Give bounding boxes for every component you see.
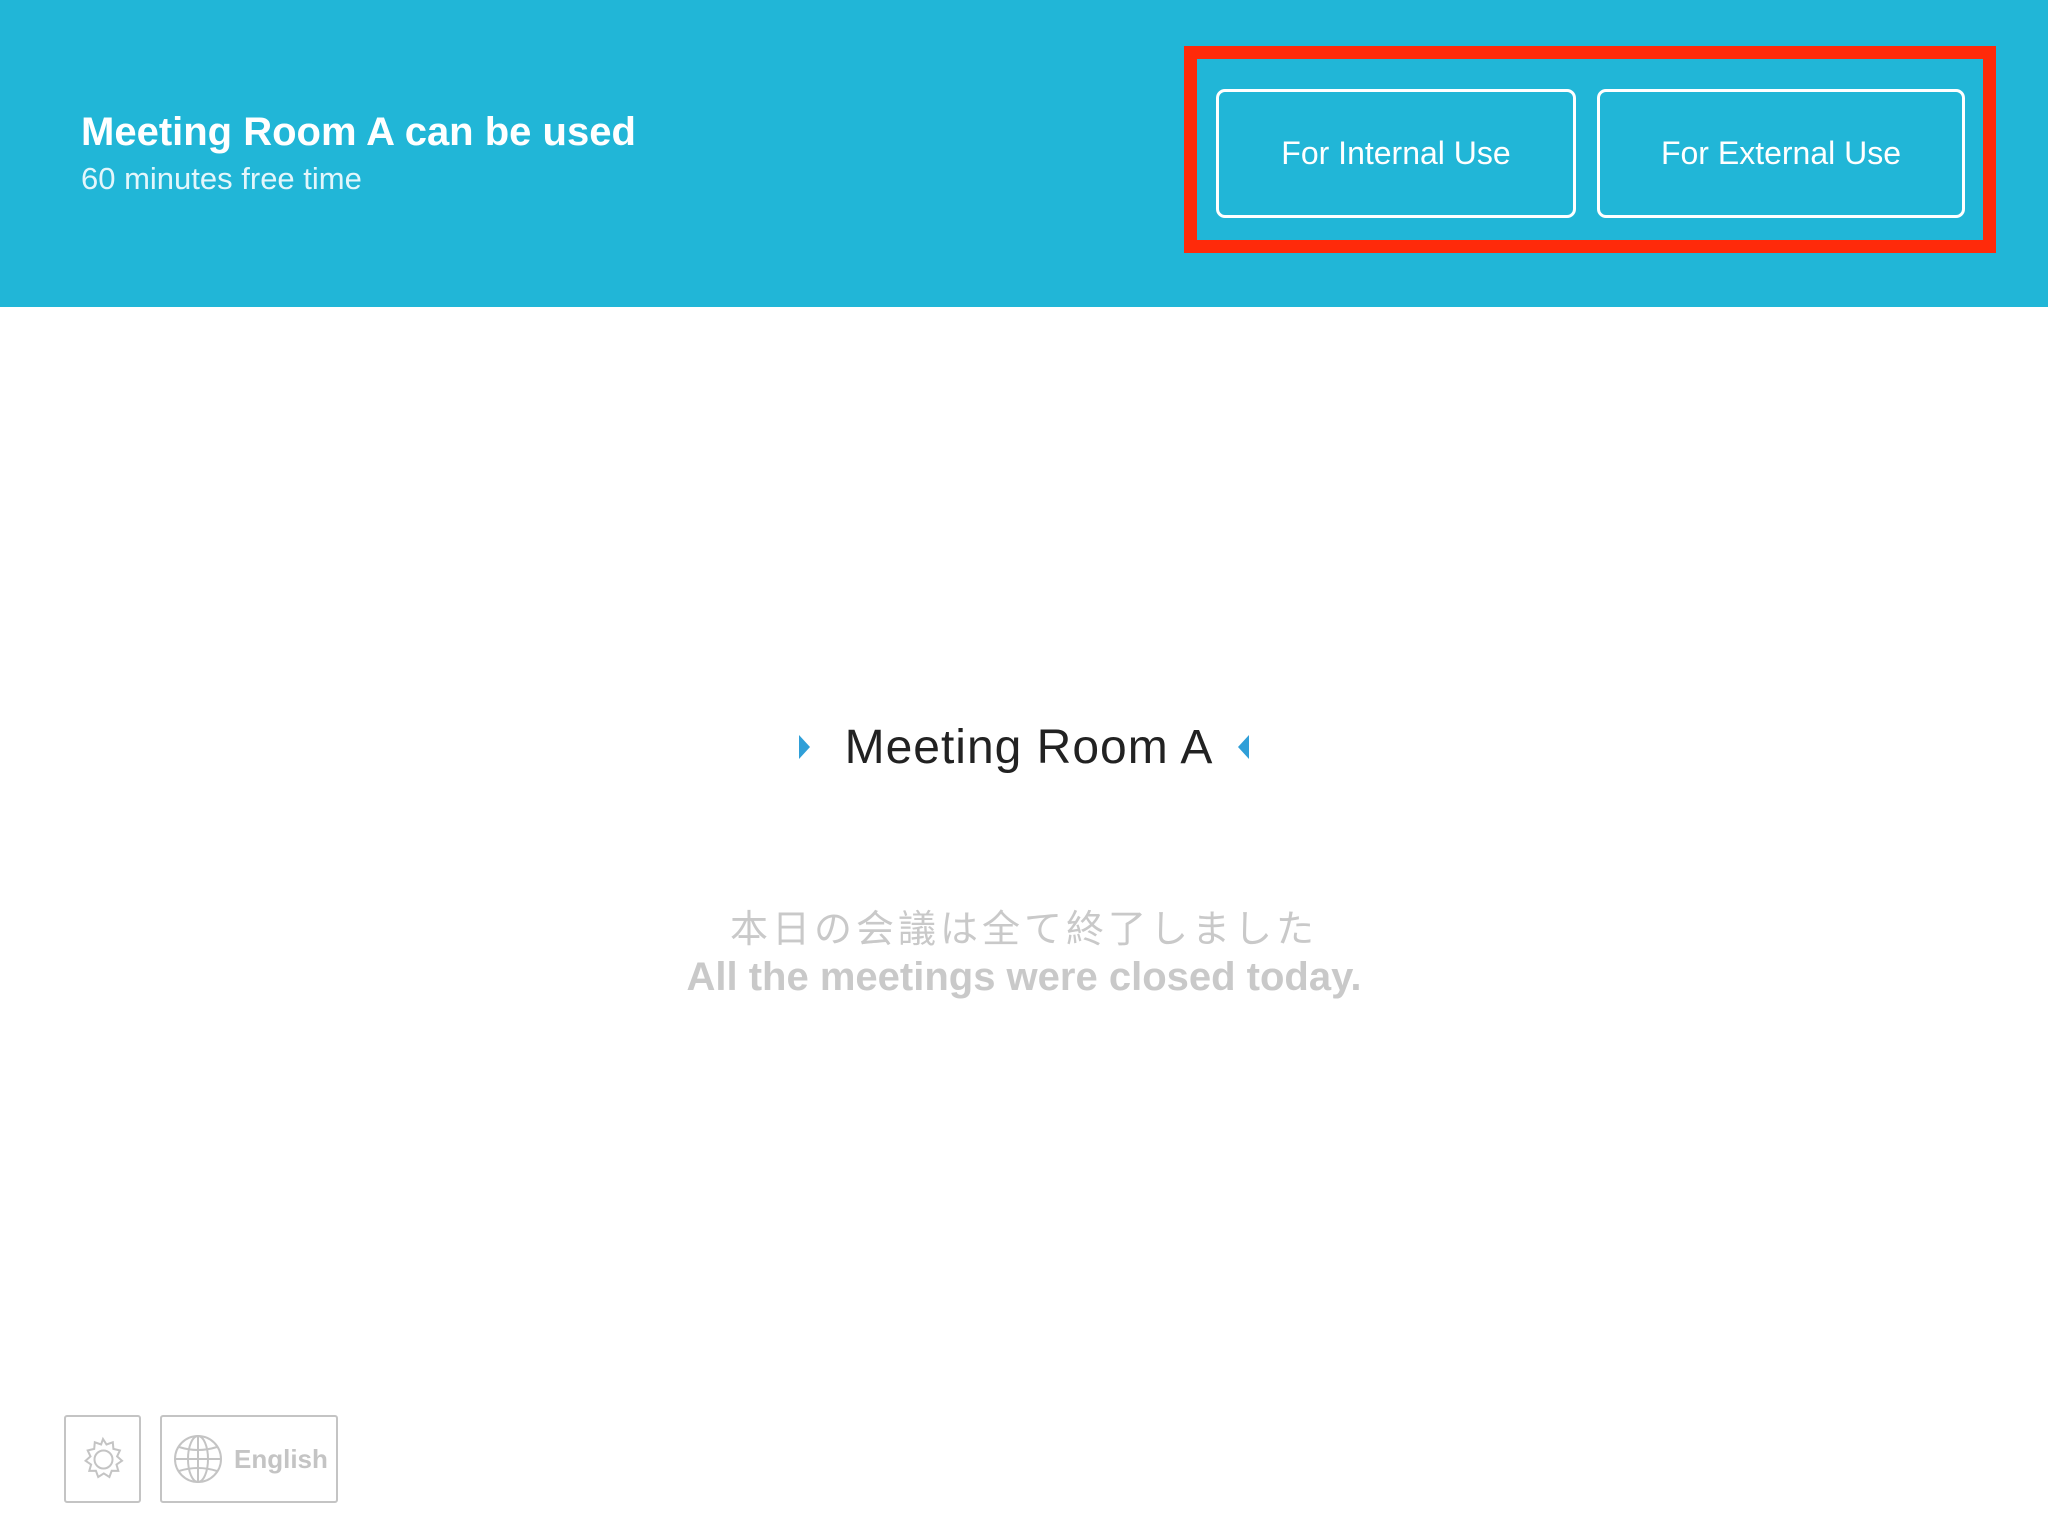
language-button[interactable]: English	[160, 1415, 338, 1503]
globe-icon	[174, 1435, 222, 1483]
internal-use-label: For Internal Use	[1281, 135, 1511, 171]
arrow-left-icon	[1238, 735, 1250, 759]
settings-button[interactable]	[64, 1415, 141, 1503]
language-label: English	[234, 1443, 328, 1474]
arrow-right-icon	[798, 735, 810, 759]
external-use-button[interactable]: For External Use	[1597, 89, 1965, 218]
internal-use-button[interactable]: For Internal Use	[1216, 89, 1576, 218]
room-selector: Meeting Room A	[0, 712, 2048, 782]
status-message-english: All the meetings were closed today.	[686, 955, 1362, 999]
gear-icon	[83, 1436, 124, 1479]
room-name: Meeting Room A	[844, 720, 1214, 774]
external-use-label: For External Use	[1660, 135, 1902, 171]
free-time-subtitle: 60 minutes free time	[81, 161, 362, 196]
status-message-japanese: 本日の会議は全て終了しました	[729, 909, 1318, 951]
availability-title: Meeting Room A can be used	[81, 110, 636, 154]
header-bar: Meeting Room A can be used 60 minutes fr…	[0, 0, 2048, 307]
